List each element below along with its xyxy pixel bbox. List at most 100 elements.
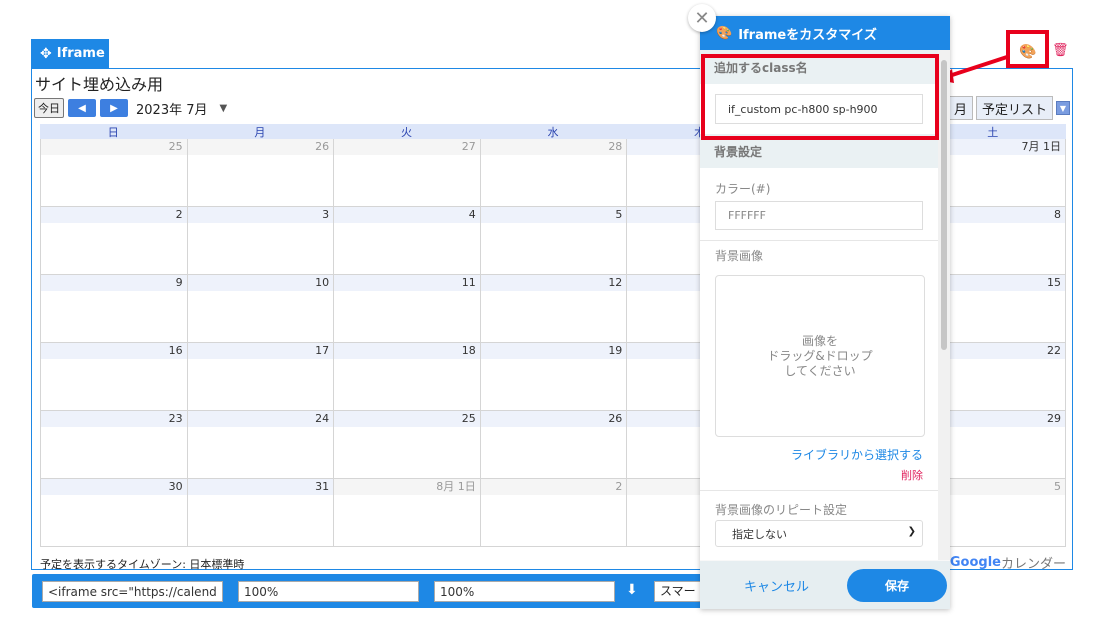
day-number: 28 <box>480 139 627 155</box>
day-cell[interactable]: 27 <box>333 139 480 207</box>
panel-footer: キャンセル 保存 <box>700 561 950 609</box>
day-cell[interactable]: 30 <box>40 479 187 547</box>
day-number: 18 <box>334 343 480 359</box>
day-cell[interactable]: 5 <box>479 207 627 275</box>
day-number: 10 <box>187 275 334 291</box>
download-icon[interactable]: ⬇ <box>626 582 638 598</box>
day-cell[interactable]: 24 <box>186 411 334 479</box>
day-cell[interactable]: 12 <box>479 275 627 343</box>
tab-month[interactable]: 月 <box>947 96 973 120</box>
calendar-brand-label: カレンダー <box>1000 557 1066 572</box>
day-number: 30 <box>41 479 187 495</box>
height-input[interactable] <box>434 581 615 602</box>
day-cell[interactable]: 2 <box>40 207 187 275</box>
bg-image-label: 背景画像 <box>715 249 764 263</box>
dropzone-text: 画像を <box>801 333 838 348</box>
day-cell[interactable]: 4 <box>333 207 480 275</box>
day-number: 25 <box>41 139 187 155</box>
cancel-button[interactable]: キャンセル <box>744 576 809 595</box>
chevron-left-icon: ◀ <box>78 102 86 114</box>
panel-title: Iframeをカスタマイズ <box>738 27 877 43</box>
iframe-tab-label: Iframe <box>56 46 105 61</box>
day-cell[interactable]: 3 <box>186 207 334 275</box>
day-cell[interactable]: 26 <box>186 139 334 207</box>
weekday-label: 水 <box>547 126 559 139</box>
day-number: 8月 1日 <box>334 479 480 495</box>
highlight-box-class-field <box>701 54 939 140</box>
day-number: 2 <box>41 207 187 223</box>
day-number: 31 <box>187 479 334 495</box>
calendar-toolbar: 今日 ◀ ▶ 2023年 7月 ▼ <box>34 98 227 118</box>
day-cell[interactable]: 2 <box>479 479 627 547</box>
day-number: 2 <box>480 479 627 495</box>
next-month-button[interactable]: ▶ <box>100 99 128 117</box>
repeat-select[interactable]: 指定しない ❯ <box>715 520 923 547</box>
day-cell[interactable]: 8月 1日 <box>333 479 480 547</box>
chevron-right-icon: ▶ <box>110 102 118 114</box>
close-icon: ✕ <box>694 7 710 29</box>
dropzone-text: してください <box>784 363 856 378</box>
embed-settings-bar: ⬇ スマー <box>32 574 708 608</box>
day-number: 27 <box>334 139 480 155</box>
prev-month-button[interactable]: ◀ <box>68 99 96 117</box>
google-logo: Google <box>949 555 1001 570</box>
day-number: 23 <box>41 411 187 427</box>
color-input[interactable]: FFFFFF <box>715 201 923 230</box>
view-tabs: 月 予定リスト ▼ <box>947 96 1070 120</box>
day-cell[interactable]: 17 <box>186 343 334 411</box>
move-icon: ✥ <box>40 45 52 62</box>
day-number: 25 <box>334 411 480 427</box>
day-cell[interactable]: 23 <box>40 411 187 479</box>
day-cell[interactable]: 9 <box>40 275 187 343</box>
today-button[interactable]: 今日 <box>34 98 64 118</box>
scrollbar[interactable] <box>938 50 950 560</box>
image-dropzone[interactable]: 画像を ドラッグ&ドロップ してください <box>715 275 925 437</box>
delete-image-link[interactable]: 削除 <box>700 467 938 483</box>
width-input[interactable] <box>238 581 419 602</box>
day-cell[interactable]: 25 <box>40 139 187 207</box>
trash-icon[interactable]: 🗑 <box>1052 43 1069 58</box>
repeat-label: 背景画像のリピート設定 <box>715 503 848 517</box>
repeat-select-value: 指定しない <box>732 527 787 541</box>
month-dropdown-icon[interactable]: ▼ <box>220 103 228 114</box>
day-number: 11 <box>334 275 480 291</box>
day-cell[interactable]: 25 <box>333 411 480 479</box>
day-cell[interactable]: 26 <box>479 411 627 479</box>
day-number: 26 <box>480 411 627 427</box>
iframe-src-input[interactable] <box>42 581 223 602</box>
save-button[interactable]: 保存 <box>847 568 948 602</box>
day-cell[interactable]: 18 <box>333 343 480 411</box>
iframe-tab[interactable]: ✥ Iframe <box>31 39 109 68</box>
day-number: 24 <box>187 411 334 427</box>
library-select-link[interactable]: ライブラリから選択する <box>700 446 938 463</box>
weekday-label: 月 <box>254 126 266 139</box>
day-number: 17 <box>187 343 334 359</box>
day-cell[interactable]: 11 <box>333 275 480 343</box>
weekday-label: 火 <box>400 126 412 139</box>
palette-icon: 🎨 <box>716 25 733 41</box>
close-panel-button[interactable]: ✕ <box>688 4 716 32</box>
day-number: 26 <box>187 139 334 155</box>
day-number: 19 <box>480 343 627 359</box>
day-number: 12 <box>480 275 627 291</box>
google-calendar-brand[interactable]: Google カレンダー <box>950 553 1066 572</box>
day-cell[interactable]: 16 <box>40 343 187 411</box>
weekday-label: 日 <box>107 126 119 139</box>
day-cell[interactable]: 10 <box>186 275 334 343</box>
day-number: 16 <box>41 343 187 359</box>
color-label: カラー(#) <box>715 182 771 196</box>
day-number: 3 <box>187 207 334 223</box>
day-number: 5 <box>480 207 627 223</box>
month-label: 2023年 7月 <box>136 102 208 118</box>
calendar-title: サイト埋め込み用 <box>35 75 164 94</box>
panel-header: 🎨 Iframeをカスタマイズ <box>700 16 950 50</box>
chevron-down-icon: ❯ <box>907 526 916 537</box>
view-dropdown-icon[interactable]: ▼ <box>1056 101 1070 115</box>
day-cell[interactable]: 31 <box>186 479 334 547</box>
day-cell[interactable]: 28 <box>479 139 627 207</box>
timezone-note: 予定を表示するタイムゾーン: 日本標準時 <box>40 558 245 571</box>
day-cell[interactable]: 19 <box>479 343 627 411</box>
tab-agenda[interactable]: 予定リスト <box>975 96 1053 120</box>
day-number: 4 <box>334 207 480 223</box>
scrollbar-thumb[interactable] <box>941 60 947 350</box>
